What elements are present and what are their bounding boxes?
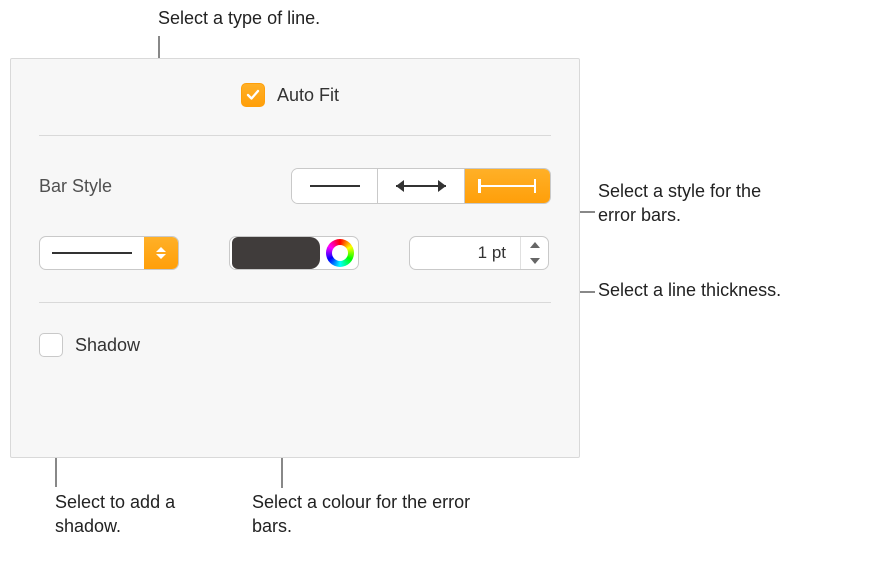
callout-colour: Select a colour for the error bars. bbox=[252, 490, 472, 539]
thickness-value[interactable]: 1 pt bbox=[410, 237, 520, 269]
callout-shadow: Select to add a shadow. bbox=[55, 490, 235, 539]
stepper-down[interactable] bbox=[521, 253, 548, 269]
line-cap-t-icon bbox=[478, 185, 536, 188]
bar-style-segmented[interactable] bbox=[291, 168, 551, 204]
solid-line-icon bbox=[52, 252, 132, 255]
line-cap-none-icon bbox=[310, 185, 360, 188]
inspector-panel: Auto Fit Bar Style bbox=[10, 58, 580, 458]
thickness-stepper[interactable]: 1 pt bbox=[409, 236, 549, 270]
bar-style-option-tcap[interactable] bbox=[465, 169, 550, 203]
autofit-checkbox[interactable] bbox=[241, 83, 265, 107]
shadow-checkbox[interactable] bbox=[39, 333, 63, 357]
bar-style-section: Bar Style bbox=[11, 136, 579, 302]
bar-style-option-arrow[interactable] bbox=[378, 169, 464, 203]
autofit-label: Auto Fit bbox=[277, 85, 339, 106]
shadow-label: Shadow bbox=[75, 335, 140, 356]
color-swatch[interactable] bbox=[232, 237, 320, 269]
callout-bar-style: Select a style for the error bars. bbox=[598, 179, 798, 228]
line-cap-arrow-icon bbox=[396, 185, 446, 188]
autofit-row: Auto Fit bbox=[11, 59, 579, 135]
checkmark-icon bbox=[245, 87, 261, 103]
stepper-arrows bbox=[520, 237, 548, 269]
line-type-dropdown[interactable] bbox=[39, 236, 179, 270]
callout-line-type: Select a type of line. bbox=[158, 6, 378, 30]
stepper-up[interactable] bbox=[521, 237, 548, 253]
color-wheel-icon[interactable] bbox=[326, 239, 354, 267]
bar-style-label: Bar Style bbox=[39, 176, 112, 197]
shadow-row: Shadow bbox=[11, 303, 579, 387]
bar-style-option-line[interactable] bbox=[292, 169, 378, 203]
line-type-preview bbox=[40, 237, 144, 269]
color-well[interactable] bbox=[229, 236, 359, 270]
updown-arrows-icon bbox=[144, 237, 178, 269]
callout-thickness: Select a line thickness. bbox=[598, 278, 798, 302]
